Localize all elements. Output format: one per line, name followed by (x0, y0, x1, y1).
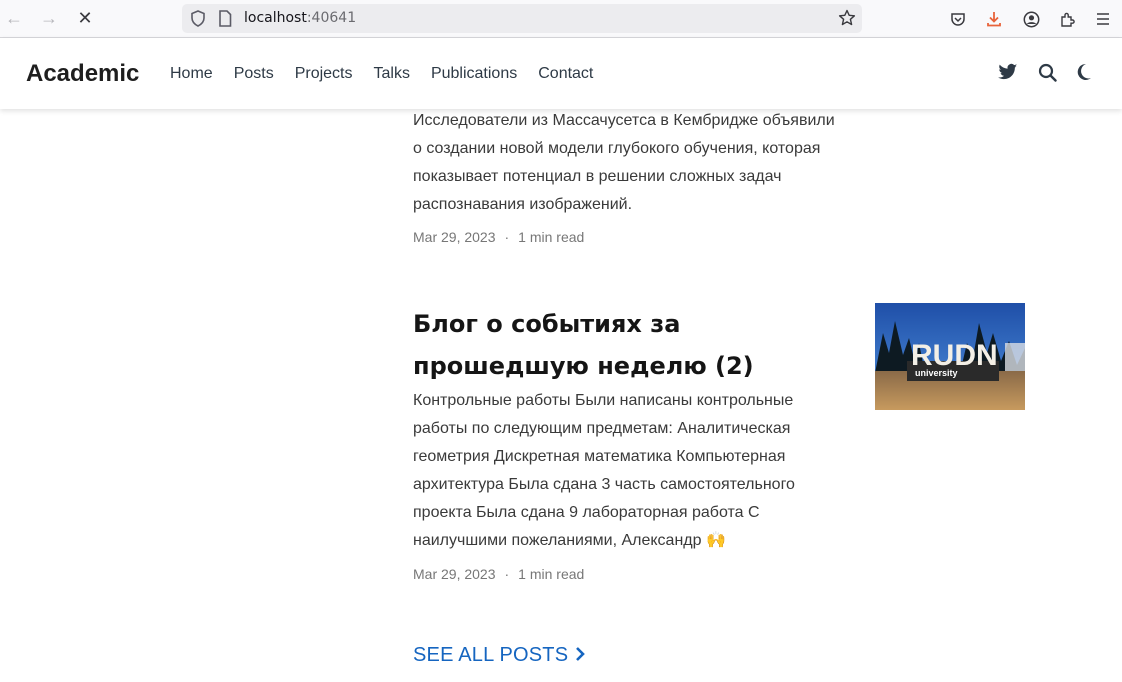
thumbnail-subtext: university (915, 368, 958, 378)
url-port: :40641 (306, 10, 357, 26)
url-bar[interactable]: localhost:40641 (182, 4, 862, 33)
moon-icon[interactable] (1076, 63, 1092, 86)
nav-link-posts[interactable]: Posts (234, 65, 274, 83)
site-brand[interactable]: Academic (26, 60, 139, 88)
twitter-icon[interactable] (998, 63, 1018, 86)
page-icon[interactable] (218, 10, 232, 32)
star-icon[interactable] (838, 9, 856, 32)
see-all-label: SEE ALL POSTS (413, 644, 569, 666)
see-all-posts-link[interactable]: SEE ALL POSTS (413, 644, 586, 667)
post-reading-time: 1 min read (518, 229, 585, 245)
nav-link-contact[interactable]: Contact (538, 65, 593, 83)
nav-link-projects[interactable]: Projects (295, 65, 353, 83)
post-thumbnail[interactable]: RUDN university (875, 303, 1025, 410)
menu-icon[interactable] (1092, 8, 1114, 30)
nav-link-talks[interactable]: Talks (374, 65, 410, 83)
post-item: Исследователи из Массачусетса в Кембридж… (413, 107, 843, 245)
back-icon[interactable]: ← (2, 7, 26, 29)
post-meta: Mar 29, 2023 · 1 min read (413, 229, 843, 245)
post-meta: Mar 29, 2023 · 1 min read (413, 566, 843, 582)
stop-icon[interactable]: ✕ (73, 7, 97, 29)
post-date: Mar 29, 2023 (413, 229, 496, 245)
forward-icon[interactable]: → (37, 7, 61, 29)
meta-separator: · (504, 229, 510, 245)
search-icon[interactable] (1038, 63, 1057, 87)
post-title[interactable]: Блог о событиях за прошедшую неделю (2) (413, 303, 843, 387)
browser-toolbar: ← → ✕ localhost:40641 (0, 0, 1122, 38)
site-navbar: Academic Home Posts Projects Talks Publi… (0, 38, 1122, 109)
meta-separator: · (504, 566, 510, 582)
post-summary: Исследователи из Массачусетса в Кембридж… (413, 112, 835, 213)
post-date: Mar 29, 2023 (413, 566, 496, 582)
url-text[interactable]: localhost:40641 (244, 10, 356, 27)
chevron-right-icon (574, 644, 586, 666)
pocket-icon[interactable] (947, 8, 969, 30)
account-icon[interactable] (1020, 8, 1042, 30)
nav-link-home[interactable]: Home (170, 65, 213, 83)
main-menu: Home Posts Projects Talks Publications C… (170, 65, 614, 83)
download-icon[interactable] (983, 8, 1005, 30)
post-item: Блог о событиях за прошедшую неделю (2) … (413, 303, 843, 582)
post-reading-time: 1 min read (518, 566, 585, 582)
post-summary: Контрольные работы Были написаны контрол… (413, 392, 795, 549)
nav-link-publications[interactable]: Publications (431, 65, 517, 83)
extensions-icon[interactable] (1056, 8, 1078, 30)
url-host: localhost (244, 10, 307, 26)
shield-icon[interactable] (190, 10, 206, 32)
